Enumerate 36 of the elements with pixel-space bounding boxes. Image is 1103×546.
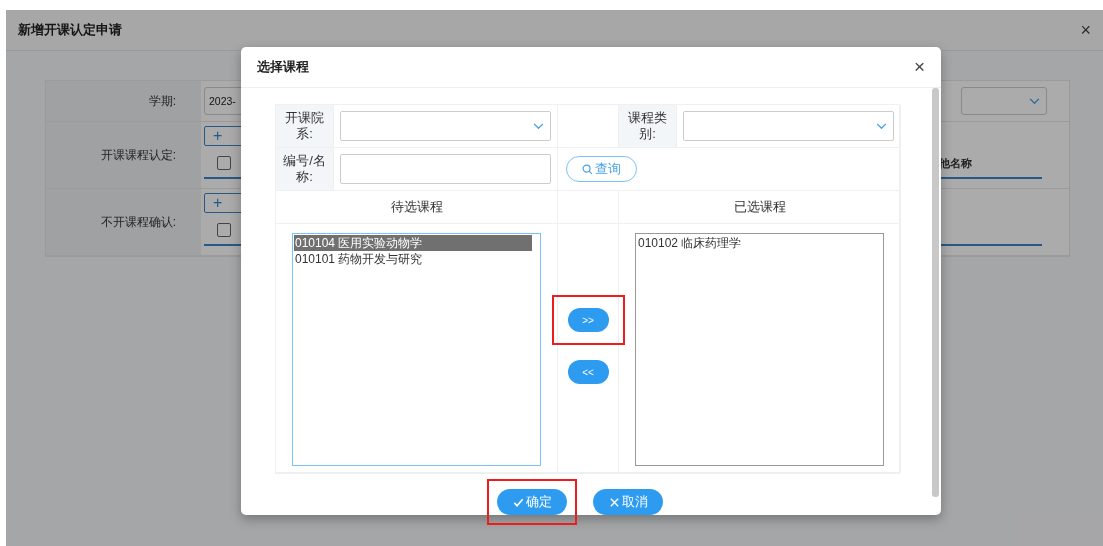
checkbox[interactable] xyxy=(217,156,231,170)
close-button[interactable]: × xyxy=(1076,19,1095,41)
list-option[interactable]: 010104 医用实验动物学 xyxy=(294,235,532,251)
dialog-title: 选择课程 xyxy=(257,58,309,76)
field-label: 不开课程确认: xyxy=(46,189,201,255)
text-field[interactable] xyxy=(340,154,551,184)
list-box[interactable]: 010104 医用实验动物学 010101 药物开发与研究 xyxy=(292,233,541,466)
move-button[interactable]: >> xyxy=(567,308,609,332)
list-option[interactable]: 010102 临床药理学 xyxy=(637,235,875,251)
close-button[interactable]: × xyxy=(909,56,929,78)
select-field[interactable] xyxy=(683,111,894,141)
list-box[interactable]: 010102 临床药理学 xyxy=(635,233,884,466)
chevron-down-icon xyxy=(876,122,887,130)
confirm-button[interactable]: 确定 xyxy=(497,489,567,515)
check-icon xyxy=(512,496,524,508)
list-option[interactable]: 010101 药物开发与研究 xyxy=(294,251,532,267)
dialog-title: 新增开课认定申请 xyxy=(18,21,122,39)
move-button[interactable]: << xyxy=(567,360,609,384)
search-button[interactable]: 查询 xyxy=(566,156,637,182)
column-heading: 已选课程 xyxy=(619,191,901,224)
chevron-down-icon xyxy=(1029,97,1040,105)
select-field[interactable] xyxy=(340,111,551,141)
cancel-button[interactable]: 取消 xyxy=(593,489,663,515)
field-label: 开课院系: xyxy=(276,105,334,148)
scrollbar[interactable] xyxy=(932,88,939,497)
checkbox[interactable] xyxy=(217,223,231,237)
field-label: 编号/名称: xyxy=(276,148,334,191)
search-icon xyxy=(582,163,593,175)
chevron-down-icon xyxy=(533,122,544,130)
field-label: 课程类别: xyxy=(619,105,677,148)
close-icon xyxy=(608,496,620,508)
field-label: 学期: xyxy=(46,81,201,121)
field-label: 开课课程认定: xyxy=(46,122,201,188)
column-heading: 待选课程 xyxy=(276,191,558,224)
select-field[interactable] xyxy=(961,87,1047,115)
field-value: 2023- xyxy=(209,95,236,107)
